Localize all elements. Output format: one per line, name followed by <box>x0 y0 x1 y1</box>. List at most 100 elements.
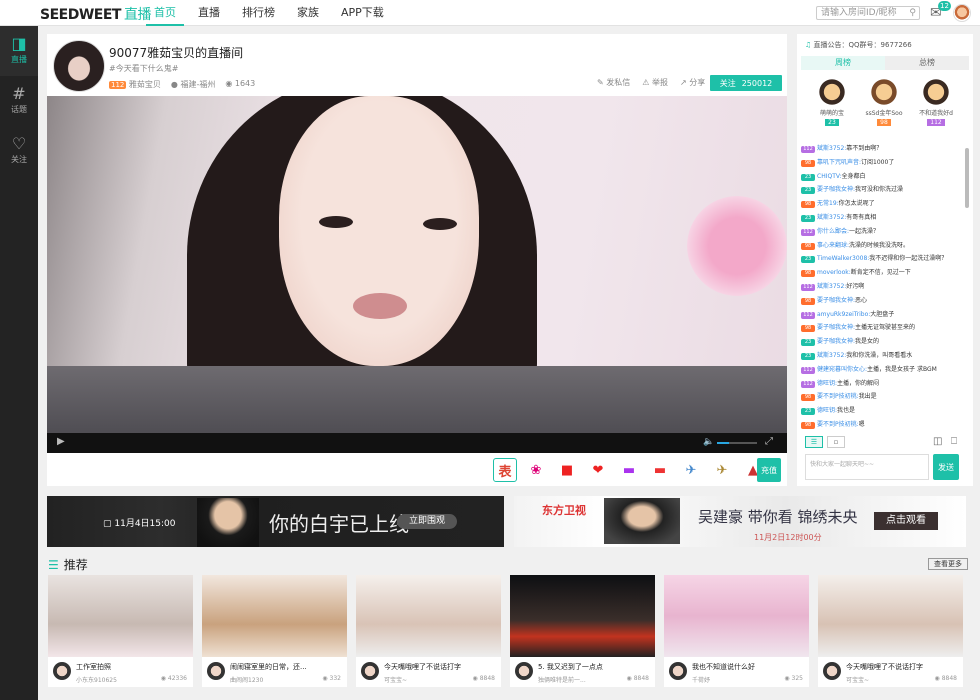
streamer-name: 曲闹闹1230 <box>230 677 264 684</box>
chat-username[interactable]: moverlook: <box>817 269 851 276</box>
left-sidebar: ◨ 直播 # 话题 ♡ 关注 <box>0 26 38 700</box>
streamer-avatar[interactable] <box>207 662 225 680</box>
host-avatar[interactable] <box>53 40 105 92</box>
streamer-avatar[interactable] <box>53 662 71 680</box>
rank-item[interactable]: 不和道我好d 112 <box>917 76 955 126</box>
chat-username[interactable]: 要不到P技初桃: <box>817 421 859 428</box>
stream-thumbnail[interactable] <box>48 575 193 657</box>
stream-card[interactable]: 闹闹寝室里的日常，还... 曲闹闹1230 ◉ 332 <box>202 575 347 687</box>
mail-icon[interactable]: ✉ 12 <box>930 1 951 21</box>
chat-username[interactable]: 事心来翻球: <box>817 242 849 249</box>
chat-username[interactable]: 德旺钥: <box>817 380 837 387</box>
streamer-avatar[interactable] <box>515 662 533 680</box>
chat-username[interactable]: 斌斯3752: <box>817 352 846 359</box>
chat-scrollbar[interactable] <box>965 148 969 208</box>
user-level-badge: 98 <box>801 297 815 305</box>
chat-clear-icon[interactable]: ▫ <box>827 436 845 448</box>
chat-username[interactable]: TimeWalker3008: <box>817 255 869 262</box>
share-button[interactable]: ↗ 分享 <box>680 77 705 88</box>
stream-card[interactable]: 今天嘴哦哩了不说话打字 可宝宝~ ◉ 8848 <box>356 575 501 687</box>
chat-username[interactable]: 要不到P技初桃: <box>817 393 859 400</box>
send-button[interactable]: 发送 <box>933 454 959 480</box>
sidebar-item-follow[interactable]: ♡ 关注 <box>0 126 38 176</box>
rank-avatar <box>868 76 900 108</box>
gift-car-icon[interactable]: ▬ <box>617 458 641 482</box>
streamer-avatar[interactable] <box>823 662 841 680</box>
stream-card[interactable]: 5. 我又迟到了一点点 独俩唯特是前一... ◉ 8848 <box>510 575 655 687</box>
chat-username[interactable]: 斌斯3752: <box>817 214 846 221</box>
report-button[interactable]: ⚠ 举报 <box>642 77 668 88</box>
chat-username[interactable]: 斌斯3752: <box>817 145 846 152</box>
stream-thumbnail[interactable] <box>356 575 501 657</box>
chat-username[interactable]: 德旺钥: <box>817 407 837 414</box>
chat-username[interactable]: 斌斯3752: <box>817 283 846 290</box>
nav-live[interactable]: 直播 <box>190 0 228 26</box>
chat-username[interactable]: 无常19: <box>817 200 839 207</box>
stream-thumbnail[interactable] <box>818 575 963 657</box>
tab-total[interactable]: 总榜 <box>885 56 969 70</box>
stream-card[interactable]: 今天嘴哦哩了不说话打字 可宝宝~ ◉ 8848 <box>818 575 963 687</box>
chat-username[interactable]: 要子咖我女神: <box>817 338 855 345</box>
nav-family[interactable]: 家族 <box>289 0 327 26</box>
follow-button[interactable]: 关注 250012 <box>710 75 782 91</box>
gift-lollipop-icon[interactable]: ❀ <box>524 458 548 482</box>
rank-item[interactable]: ssSd金年Soo 98 <box>865 76 903 126</box>
video-frame-decor <box>687 196 787 296</box>
gift-lips-icon[interactable]: ❤ <box>586 458 610 482</box>
user-avatar[interactable] <box>953 4 971 22</box>
streamer-avatar[interactable] <box>361 662 379 680</box>
streamer-avatar[interactable] <box>669 662 687 680</box>
watch-now-button[interactable]: 立即围观 <box>397 514 457 529</box>
stream-card[interactable]: 工作室拍照 小东东910625 ◉ 42336 <box>48 575 193 687</box>
chat-input[interactable]: 快和大家一起聊天吧~~ <box>805 454 929 480</box>
nav-app-download[interactable]: APP下载 <box>333 0 392 26</box>
stream-thumbnail[interactable] <box>202 575 347 657</box>
sidebar-item-topic[interactable]: # 话题 <box>0 76 38 126</box>
gift-redbox-icon[interactable]: ■ <box>555 458 579 482</box>
chat-username[interactable]: CHIQTV: <box>817 173 842 180</box>
logo[interactable]: SEEDWEET 直播 <box>40 4 151 24</box>
stream-viewers: ◉ 8848 <box>934 675 957 682</box>
rank-item[interactable]: 萌萌的宝 23 <box>813 76 851 126</box>
stream-thumbnail[interactable] <box>664 575 809 657</box>
fullscreen-icon[interactable]: ⤢ <box>765 436 773 447</box>
promo-banner-left[interactable]: ▢ 11月4日15:00 你的白宇已上线 立即围观 <box>47 496 504 547</box>
live-room-panel: 90077雅茹宝贝的直播间 #今天看下什么鬼# 112 雅茹宝贝 ● 福建-福州… <box>47 34 787 486</box>
channel-logo: 东方卫视 <box>542 504 586 517</box>
chat-text: 我是女的 <box>855 338 880 346</box>
gift-plane-icon[interactable]: ✈ <box>679 458 703 482</box>
recommend-list: 工作室拍照 小东东910625 ◉ 42336 闹闹寝室里的日常，还... 曲闹闹123… <box>48 575 963 687</box>
recharge-button[interactable]: 充值 <box>757 458 781 482</box>
volume-slider[interactable] <box>717 442 757 444</box>
chat-username[interactable]: 要子咖我女神: <box>817 186 855 193</box>
video-player[interactable] <box>47 96 787 433</box>
watch-button[interactable]: 点击观看 <box>874 512 938 530</box>
private-message-button[interactable]: ✎ 发私信 <box>597 77 630 88</box>
chat-username[interactable]: 要子咖我女神: <box>817 297 855 304</box>
search-icon[interactable]: ⚲ <box>909 7 916 19</box>
sidebar-item-live[interactable]: ◨ 直播 <box>0 26 38 76</box>
chat-username[interactable]: 靠叽下咒叽声音: <box>817 159 861 166</box>
see-more-button[interactable]: 查看更多 <box>928 558 968 570</box>
chat-username[interactable]: amyuRk9zeiTribo: <box>817 311 870 318</box>
promo-banner-right[interactable]: 东方卫视 吴建豪 带你看 锦绣未央 11月2日12时00分 点击观看 <box>514 496 966 547</box>
stream-card[interactable]: 我也不知道说什么好 千荷妤 ◉ 325 <box>664 575 809 687</box>
volume-icon[interactable]: 🔈 <box>703 437 714 447</box>
chat-username[interactable]: 要子咖我女神: <box>817 324 855 331</box>
chat-mode-icon[interactable]: ☰ <box>805 436 823 448</box>
user-level-badge: 98 <box>801 201 815 209</box>
nav-home[interactable]: 首页 <box>146 0 184 26</box>
gift-sportscar-icon[interactable]: ▬ <box>648 458 672 482</box>
chat-username[interactable]: 健建宛暮叫你女心: <box>817 366 867 373</box>
tab-weekly[interactable]: 周榜 <box>801 56 885 70</box>
chat-username[interactable]: 你什么鄙会: <box>817 228 849 235</box>
play-icon[interactable]: ▶ <box>57 436 65 447</box>
stream-thumbnail[interactable] <box>510 575 655 657</box>
search-input[interactable]: 请输入房间ID/昵称 ⚲ <box>816 6 920 20</box>
gift-text-icon[interactable]: 表 <box>493 458 517 482</box>
nav-ranking[interactable]: 排行榜 <box>234 0 283 26</box>
trash-icon[interactable]: ◫ <box>933 436 942 447</box>
gift-jet-icon[interactable]: ✈ <box>710 458 734 482</box>
stream-viewers: ◉ 8848 <box>626 675 649 682</box>
lock-icon[interactable]: ⎕ <box>951 436 957 447</box>
